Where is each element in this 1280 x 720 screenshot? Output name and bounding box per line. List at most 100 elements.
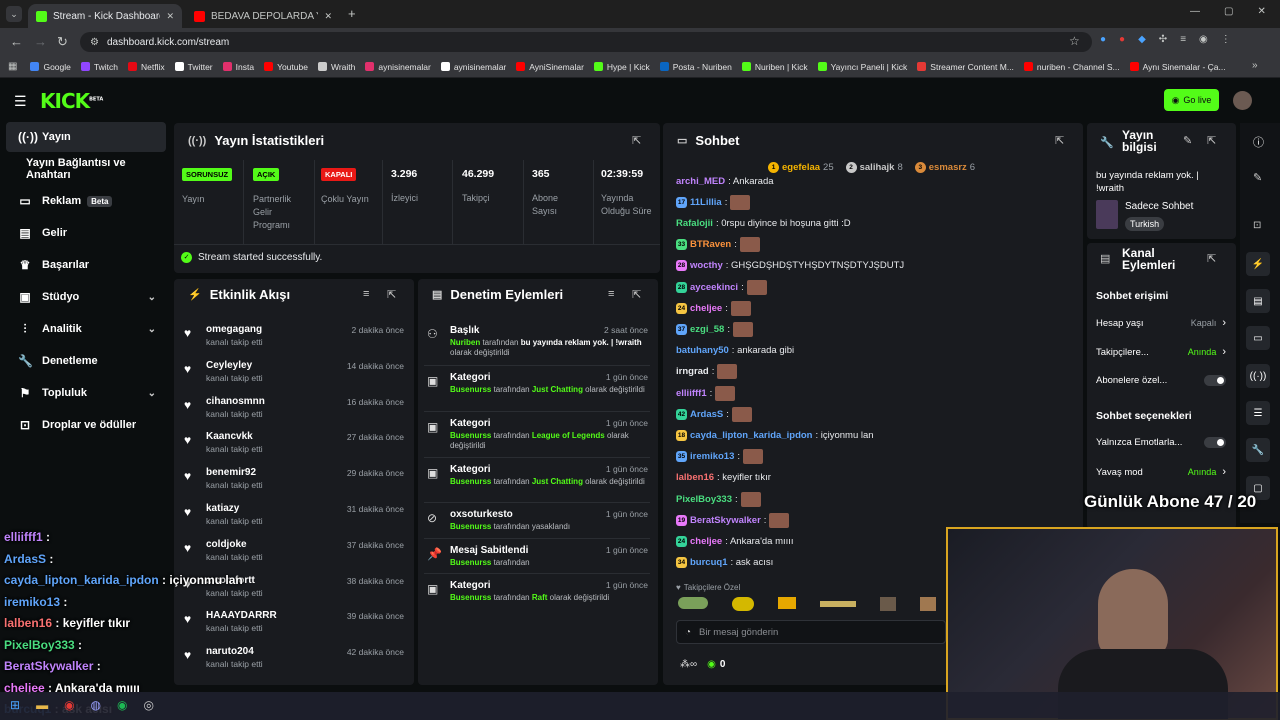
- toggle-switch[interactable]: [1204, 375, 1226, 386]
- users-icon[interactable]: ⁂∞: [680, 659, 697, 670]
- popout-icon[interactable]: ⇱: [632, 288, 641, 301]
- reading-list-icon[interactable]: ≡: [1180, 34, 1186, 45]
- activity-item[interactable]: ♥ coldjoke kanalı takip etti 37 dakika önce: [184, 535, 408, 571]
- sidebar-item[interactable]: ⫶ Analitik ⌄: [6, 314, 166, 344]
- sidebar-item[interactable]: ▤ Gelir: [6, 218, 166, 248]
- bookmark-item[interactable]: Twitch: [76, 62, 123, 72]
- quick-action-document-icon[interactable]: ▤: [1246, 289, 1270, 313]
- bookmark-item[interactable]: Hype | Kick: [589, 62, 655, 72]
- channel-setting-row[interactable]: Yavaş mod Anında ›: [1096, 466, 1226, 478]
- chat-message[interactable]: Rafalojii: 0rspu diyince bi hoşuna gitti…: [676, 214, 851, 232]
- chat-message[interactable]: 24 cheljee:: [676, 299, 751, 317]
- go-live-button[interactable]: ◉ Go live: [1164, 89, 1219, 111]
- chevron-down-icon[interactable]: ⌄: [148, 388, 156, 399]
- bookmark-item[interactable]: Posta - Nuriben: [655, 62, 737, 72]
- sidebar-item[interactable]: ((·)) Yayın: [6, 122, 166, 152]
- close-tab-icon[interactable]: ✕: [166, 11, 174, 22]
- bookmark-star-icon[interactable]: ☆: [1069, 34, 1080, 48]
- chevron-down-icon[interactable]: ⌄: [148, 292, 156, 303]
- sidebar-item[interactable]: Yayın Bağlantısı ve Anahtarı: [6, 154, 166, 184]
- top-gifter[interactable]: 1 egefelaa 25: [768, 162, 834, 173]
- sidebar-item[interactable]: ▭ Reklam Beta: [6, 186, 166, 216]
- activity-item[interactable]: ♥ naruto204 kanalı takip etti 42 dakika önc…: [184, 642, 408, 678]
- maximize-icon[interactable]: ▢: [1224, 6, 1233, 17]
- setting-control[interactable]: [1204, 437, 1226, 448]
- chat-username[interactable]: ayceekinci: [690, 282, 738, 293]
- bookmark-item[interactable]: AyniSinemalar: [511, 62, 589, 72]
- channel-setting-row[interactable]: Hesap yaşı Kapalı ›: [1096, 317, 1226, 329]
- quick-action-signal-icon[interactable]: ((·)): [1246, 364, 1270, 388]
- activity-item[interactable]: ♥ HAAAYDARRR kanalı takip etti 39 dakika ön…: [184, 606, 408, 642]
- quick-action-lightning-icon[interactable]: ⚡: [1246, 252, 1270, 276]
- channel-setting-row[interactable]: Yalnızca Emotlarla...: [1096, 437, 1226, 448]
- language-tag[interactable]: Turkish: [1125, 217, 1165, 231]
- moderation-item[interactable]: ▣ Kategori 1 gün önce Busenurss tarafından …: [424, 573, 650, 615]
- setting-control[interactable]: Anında ›: [1188, 346, 1226, 358]
- channel-setting-row[interactable]: Abonelere özel...: [1096, 375, 1226, 386]
- chat-message[interactable]: 18 cayda_lipton_karida_ipdon: içiyonmu la…: [676, 426, 874, 444]
- chat-message[interactable]: elliifff1:: [676, 384, 736, 402]
- browser-tab[interactable]: BEDAVA DEPOLARDA YILIN DE ✕: [186, 4, 340, 28]
- chevron-down-icon[interactable]: ⌄: [148, 324, 156, 335]
- bookmark-item[interactable]: nuriben - Channel S...: [1019, 62, 1125, 72]
- chat-username[interactable]: iremiko13: [690, 451, 734, 462]
- sidebar-item[interactable]: ▣ Stüdyo ⌄: [6, 282, 166, 312]
- obs-icon[interactable]: ◎: [144, 698, 154, 712]
- chrome-icon[interactable]: ◉: [64, 698, 74, 712]
- activity-item[interactable]: ♥ benemir92 kanalı takip etti 29 dakika önc…: [184, 463, 408, 499]
- setting-control[interactable]: [1204, 375, 1226, 386]
- moderation-item[interactable]: ⚇ Başlık 2 saat önce Nuriben tarafından bu …: [424, 319, 650, 361]
- emoji-icon[interactable]: ◔: [685, 627, 691, 638]
- chat-message[interactable]: 33 BTRaven:: [676, 236, 760, 254]
- bookmark-item[interactable]: Wraith: [313, 62, 360, 72]
- chat-message[interactable]: 19 BeratSkywalker:: [676, 511, 790, 529]
- chat-message[interactable]: irngrad:: [676, 363, 738, 381]
- more-bookmarks-icon[interactable]: »: [1252, 60, 1258, 71]
- popout-icon[interactable]: ⇱: [387, 288, 396, 301]
- chat-username[interactable]: cheljee: [690, 536, 722, 547]
- bookmark-item[interactable]: Insta: [218, 62, 259, 72]
- chat-input[interactable]: ◔ Bir mesaj gönderin: [676, 620, 946, 644]
- chat-username[interactable]: Rafalojii: [676, 218, 713, 229]
- screenshot-icon[interactable]: ⊡: [1253, 220, 1261, 231]
- top-gifter[interactable]: 2 salihajk 8: [845, 162, 903, 173]
- activity-item[interactable]: ♥ omegagang kanalı takip etti 2 dakika önce: [184, 320, 408, 356]
- close-window-icon[interactable]: ✕: [1257, 6, 1265, 17]
- site-info-icon[interactable]: ⚙: [90, 37, 99, 48]
- minimize-icon[interactable]: —: [1190, 6, 1200, 17]
- edit-pencil-icon[interactable]: ✎: [1183, 134, 1192, 147]
- chat-message[interactable]: 28 ayceekinci:: [676, 278, 767, 296]
- sidebar-item[interactable]: 🔧 Denetleme: [6, 346, 166, 376]
- channel-setting-row[interactable]: Takipçilere... Anında ›: [1096, 346, 1226, 358]
- chat-username[interactable]: irngrad: [676, 366, 709, 377]
- bookmark-item[interactable]: Netflix: [123, 62, 170, 72]
- spotify-icon[interactable]: ◉: [117, 698, 127, 712]
- activity-item[interactable]: ♥ Ceyleyley kanalı takip etti 14 dakika önc…: [184, 356, 408, 392]
- chat-username[interactable]: burcuq1: [690, 557, 727, 568]
- chat-username[interactable]: batuhany50: [676, 345, 729, 356]
- bookmark-item[interactable]: Streamer Content M...: [912, 62, 1019, 72]
- edit-pencil-icon[interactable]: ✎: [1253, 171, 1262, 184]
- bookmark-item[interactable]: Aynı Sinemalar - Ça...: [1125, 62, 1231, 72]
- chat-message[interactable]: PixelBoy333:: [676, 490, 761, 508]
- chat-username[interactable]: archi_MED: [676, 176, 725, 187]
- chat-message[interactable]: archi_MED: Ankarada: [676, 172, 774, 190]
- chat-username[interactable]: ArdasS: [690, 409, 723, 420]
- quick-action-chat-icon[interactable]: ▭: [1246, 326, 1270, 350]
- activity-item[interactable]: ♥ Kaancvkk kanalı takip etti 27 dakika önce: [184, 427, 408, 463]
- chat-message[interactable]: 28 wocthy: GHŞGDŞHDŞTYHŞDYTNŞDTYJŞDUTJ: [676, 257, 904, 275]
- chat-message[interactable]: 35 iremiko13:: [676, 448, 764, 466]
- emote[interactable]: [820, 601, 856, 607]
- chat-username[interactable]: PixelBoy333: [676, 494, 732, 505]
- top-gifter[interactable]: 3 esmasrz 6: [914, 162, 975, 173]
- chat-username[interactable]: ezgi_58: [690, 324, 724, 335]
- chat-username[interactable]: cheljee: [690, 303, 722, 314]
- popout-icon[interactable]: ⇱: [1055, 134, 1064, 147]
- puzzle-icon[interactable]: ✣: [1159, 34, 1167, 45]
- bookmark-item[interactable]: Twitter: [170, 62, 218, 72]
- windows-start-icon[interactable]: ⊞: [10, 698, 20, 712]
- forward-icon[interactable]: →: [34, 34, 47, 49]
- sidebar-item[interactable]: ⊡ Droplar ve ödüller: [6, 410, 166, 440]
- sidebar-item[interactable]: ♛ Başarılar: [6, 250, 166, 280]
- address-bar[interactable]: ⚙ dashboard.kick.com/stream: [80, 32, 1092, 52]
